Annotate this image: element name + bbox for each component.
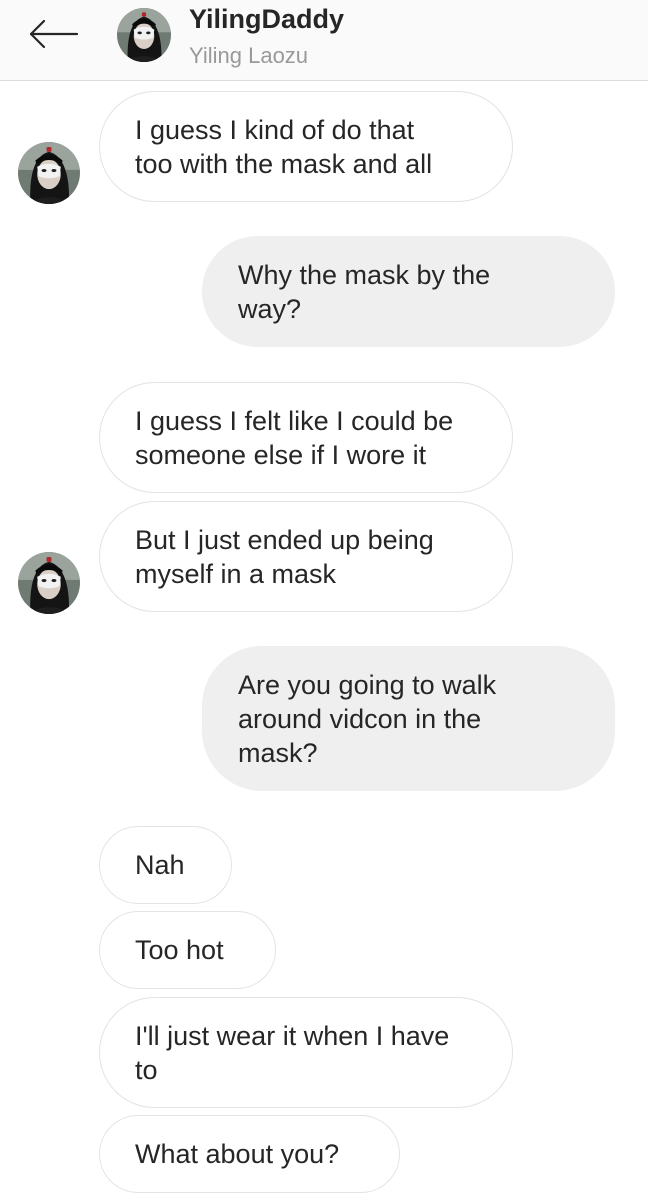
message-text: Why the mask by the (238, 259, 491, 290)
sender-avatar[interactable] (18, 552, 80, 614)
message-text: myself in a mask (135, 558, 337, 589)
message-sent[interactable]: Why the mask by the way? (202, 236, 615, 347)
message-text: around vidcon in the (238, 703, 482, 734)
message-text: way? (238, 293, 302, 324)
chat-title[interactable]: YilingDaddy (189, 4, 344, 35)
message-received[interactable]: Nah (99, 826, 232, 904)
message-received[interactable]: I guess I felt like I could be someone e… (99, 382, 513, 493)
message-text: too with the mask and all (135, 148, 433, 179)
header-avatar[interactable] (117, 8, 171, 62)
message-received[interactable]: I'll just wear it when I have to (99, 997, 513, 1108)
message-text: I guess I kind of do that (135, 114, 415, 145)
profile-photo-icon (18, 552, 80, 614)
message-text: But I just ended up being (135, 524, 434, 555)
message-text: Too hot (135, 935, 224, 965)
message-received[interactable]: But I just ended up being myself in a ma… (99, 501, 513, 612)
message-received[interactable]: I guess I kind of do that too with the m… (99, 91, 513, 202)
arrow-left-icon (29, 19, 79, 49)
profile-photo-icon (117, 8, 171, 62)
message-text: Are you going to walk (238, 669, 497, 700)
chat-header: YilingDaddy Yiling Laozu (0, 0, 648, 81)
chat-subtitle: Yiling Laozu (189, 43, 309, 68)
message-sent[interactable]: Are you going to walk around vidcon in t… (202, 646, 615, 791)
message-text: mask? (238, 737, 318, 768)
back-button[interactable] (26, 16, 82, 52)
message-text: I guess I felt like I could be (135, 405, 454, 436)
message-text: I'll just wear it when I have (135, 1020, 450, 1051)
message-text: to (135, 1054, 158, 1085)
message-text: someone else if I wore it (135, 439, 427, 470)
message-text: What about you? (135, 1139, 340, 1169)
message-received[interactable]: Too hot (99, 911, 276, 989)
profile-photo-icon (18, 142, 80, 204)
message-text: Nah (135, 850, 185, 880)
sender-avatar[interactable] (18, 142, 80, 204)
message-received[interactable]: What about you? (99, 1115, 400, 1193)
